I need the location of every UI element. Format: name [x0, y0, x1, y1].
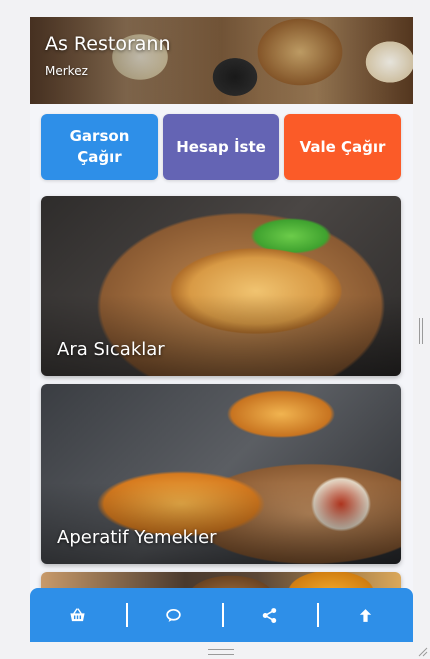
share-button[interactable] — [221, 588, 318, 642]
basket-icon — [70, 607, 85, 621]
category-card-ara-sicaklar[interactable]: Ara Sıcaklar — [41, 196, 401, 376]
restaurant-name: As Restorann — [45, 33, 171, 55]
restaurant-header: As Restorann Merkez — [30, 17, 413, 104]
share-icon — [262, 607, 277, 623]
request-bill-button[interactable]: Hesap İste — [163, 114, 279, 180]
chat-icon — [166, 608, 181, 622]
call-valet-button[interactable]: Vale Çağır — [284, 114, 401, 180]
resize-grip-icon[interactable] — [418, 647, 428, 657]
arrow-up-icon — [359, 608, 371, 622]
category-title: Aperatif Yemekler — [57, 527, 217, 548]
category-card-aperatif-yemekler[interactable]: Aperatif Yemekler — [41, 384, 401, 564]
chat-button[interactable] — [125, 588, 222, 642]
call-waiter-button[interactable]: Garson Çağır — [41, 114, 158, 180]
category-title: Ara Sıcaklar — [57, 339, 165, 360]
drag-handle[interactable] — [208, 649, 234, 655]
restaurant-branch: Merkez — [45, 64, 88, 78]
scroll-top-button[interactable] — [317, 588, 413, 642]
bottom-action-bar — [30, 588, 413, 642]
app-frame: As Restorann Merkez Garson Çağır Hesap İ… — [30, 17, 413, 642]
basket-button[interactable] — [30, 588, 126, 642]
scrollbar-handle[interactable] — [419, 318, 423, 344]
